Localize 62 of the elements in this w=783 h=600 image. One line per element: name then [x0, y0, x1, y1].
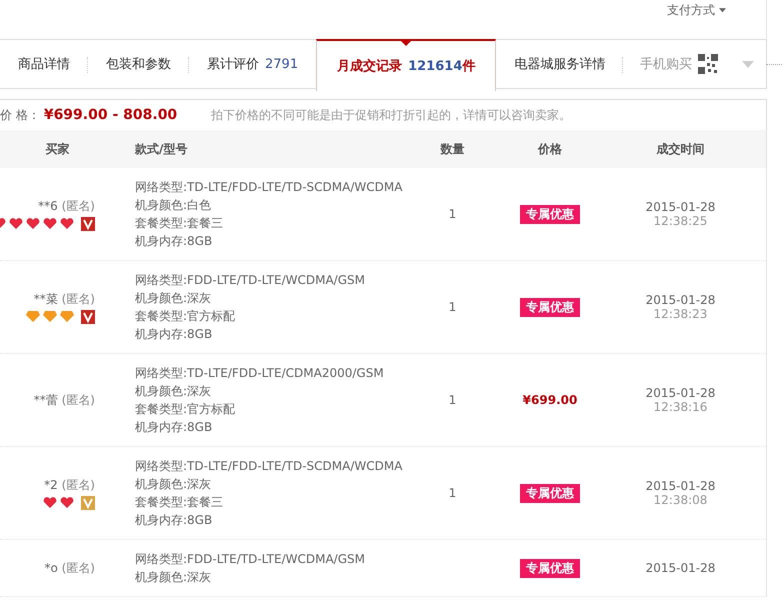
heart-icon — [59, 496, 75, 509]
price-amount: ¥699.00 — [522, 393, 578, 407]
spec-line: 机身颜色:深灰 — [135, 290, 212, 307]
caret-icon — [719, 8, 726, 13]
heart-icon — [59, 217, 75, 230]
buyer-name: **蕾 (匿名) — [34, 392, 95, 408]
deal-date: 2015-01-28 — [646, 561, 716, 575]
heart-icon — [25, 217, 41, 230]
spec-line: 套餐类型:套餐三 — [135, 494, 224, 511]
deal-date: 2015-01-28 — [646, 479, 716, 493]
buyer-name: **菜 (匿名) — [34, 290, 95, 308]
exclusive-discount-tag: 专属优惠 — [520, 204, 580, 224]
quantity-cell: 1 — [448, 300, 456, 314]
spec-line: 机身颜色:深灰 — [135, 476, 212, 493]
price-range: ¥699.00 - 808.00 — [44, 107, 178, 123]
deal-time: 12:38:25 — [654, 214, 708, 228]
exclusive-discount-tag: 专属优惠 — [520, 558, 580, 578]
spec-line: 套餐类型:官方标配 — [135, 308, 236, 325]
heart-icon — [42, 217, 58, 230]
spec-line: 机身内存:8GB — [135, 419, 214, 436]
column-header: 款式/型号 — [134, 140, 188, 158]
exclusive-discount-tag: 专属优惠 — [520, 484, 580, 502]
spec-line: 套餐类型:套餐三 — [135, 215, 224, 232]
quantity-cell: 1 — [448, 393, 456, 407]
payment-method-link[interactable]: 支付方式 — [667, 0, 726, 19]
deal-date: 2015-01-28 — [646, 386, 716, 400]
column-header: 价格 — [536, 140, 563, 158]
price-note: 拍下价格的不同可能是由于促销和打折引起的，详情可以咨询卖家。 — [211, 106, 572, 124]
column-header: 买家 — [44, 140, 70, 158]
quantity-cell: 1 — [448, 486, 456, 500]
deal-date: 2015-01-28 — [646, 293, 716, 307]
spec-line: 机身内存:8GB — [135, 512, 214, 529]
buyer-name: *2 (匿名) — [44, 476, 95, 494]
caret-icon — [742, 60, 754, 68]
column-header: 数量 — [439, 140, 466, 158]
spec-line: 机身内存:8GB — [135, 233, 214, 250]
price-label: 价 格： — [0, 106, 40, 124]
spec-line: 机身颜色:白色 — [135, 197, 212, 214]
spec-line: 机身内存:8GB — [135, 326, 214, 343]
exclusive-discount-tag: 专属优惠 — [520, 298, 580, 316]
spec-line: 套餐类型:官方标配 — [135, 401, 236, 418]
spec-line: 机身颜色:深灰 — [135, 383, 212, 400]
spec-line: 网络类型:FDD-LTE/TD-LTE/WCDMA/GSM — [135, 272, 366, 289]
deal-time: 12:38:16 — [654, 400, 708, 414]
spec-line: 机身颜色:深灰 — [135, 569, 212, 586]
qr-code-icon — [698, 54, 718, 74]
buyer-name: **6 (匿名) — [38, 198, 95, 214]
spec-line: 网络类型:FDD-LTE/TD-LTE/WCDMA/GSM — [135, 551, 366, 568]
deal-time: 12:38:23 — [654, 307, 708, 321]
spec-line: 网络类型:TD-LTE/FDD-LTE/TD-SCDMA/WCDMA — [135, 458, 400, 475]
spec-line: 网络类型:TD-LTE/FDD-LTE/TD-SCDMA/WCDMA — [135, 179, 400, 196]
column-header: 成交时间 — [656, 140, 706, 158]
heart-icon — [42, 496, 58, 509]
deal-time: 12:38:08 — [654, 493, 708, 507]
spec-line: 网络类型:TD-LTE/FDD-LTE/CDMA2000/GSM — [135, 365, 385, 382]
diamond-icon — [42, 310, 58, 323]
tab[interactable]: 月成交记录 121614件 — [316, 39, 496, 91]
deal-date: 2015-01-28 — [646, 200, 716, 214]
buyer-name: *o (匿名) — [44, 560, 95, 576]
diamond-icon — [25, 310, 41, 323]
diamond-icon — [59, 310, 75, 323]
quantity-cell: 1 — [448, 207, 456, 221]
